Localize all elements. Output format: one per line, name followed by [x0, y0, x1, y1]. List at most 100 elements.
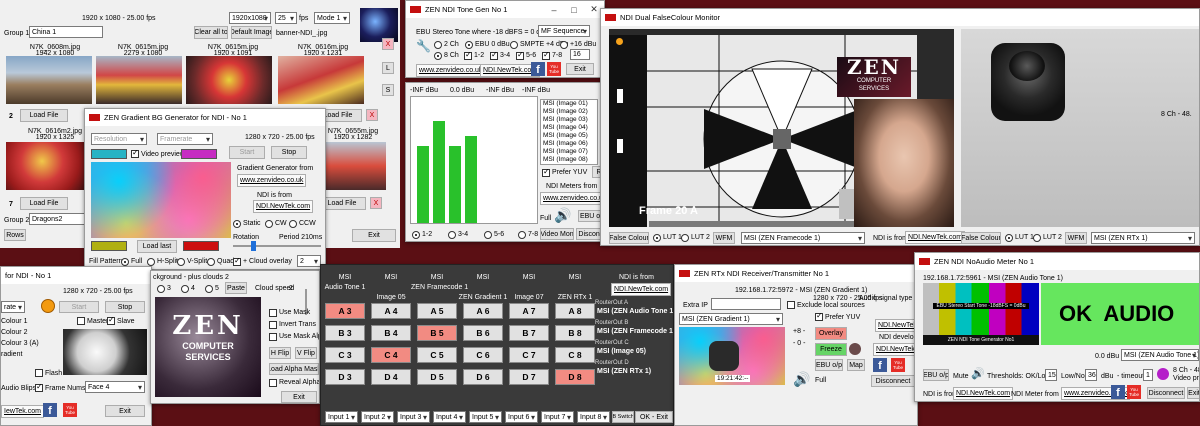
router-input-select[interactable]: Input 6	[505, 411, 538, 423]
cloud-select[interactable]: 2	[297, 255, 321, 267]
source-list-item[interactable]: MSI (Image 01)	[541, 100, 597, 108]
fill-full-radio[interactable]	[121, 258, 129, 266]
opt4-radio[interactable]	[181, 285, 189, 293]
fps-select[interactable]: 25	[275, 12, 297, 24]
load-alpha-button[interactable]: Load Alpha Mask	[269, 363, 319, 375]
radio-8ch[interactable]	[434, 52, 442, 60]
ndi-link-bg[interactable]: IewTek.com	[1, 405, 44, 418]
meter-ch78[interactable]	[518, 231, 526, 239]
source-list-item[interactable]: MSI (Image 05)	[541, 132, 597, 140]
exit-button-tone[interactable]: Exit	[566, 63, 594, 75]
ab-switcher-button[interactable]: A/B Switcher	[612, 411, 634, 423]
router-ndi-link[interactable]: NDI.NewTek.com	[611, 283, 672, 296]
router-crosspoint-button[interactable]: B 8	[555, 325, 595, 341]
source-list[interactable]: MSI (Image 01) MSI (Image 02) MSI (Image 0…	[540, 99, 598, 165]
start-button-gradient[interactable]: Start	[229, 146, 265, 159]
router-crosspoint-button[interactable]: C 8	[555, 347, 595, 363]
fill-quad-radio[interactable]	[207, 258, 215, 266]
youtube-icon[interactable]: You Tube	[547, 62, 561, 76]
rtx-ndi-link-2[interactable]: NDI.NewTek.	[873, 343, 917, 356]
ndi-link-monitor[interactable]: NDI.NewTek.com	[905, 231, 966, 244]
extra-ip-input[interactable]	[711, 298, 781, 310]
face-select[interactable]: Face 4	[85, 381, 145, 393]
router-input-select[interactable]: Input 1	[325, 411, 358, 423]
reveal-alpha-check[interactable]	[269, 379, 277, 387]
false-colour-button[interactable]: False Colour	[609, 232, 649, 244]
cw-radio[interactable]	[265, 220, 273, 228]
router-crosspoint-button[interactable]: B 5	[417, 325, 457, 341]
facebook-icon-bg[interactable]: f	[43, 403, 57, 417]
check-78[interactable]	[542, 50, 550, 60]
minimize-icon[interactable]: –	[544, 1, 564, 18]
use-mask-alpha-check[interactable]	[269, 333, 277, 341]
clear-all-button[interactable]: Clear all to	[194, 26, 228, 39]
noaudio-source-select[interactable]: MSI (ZEN Audio Tone 1)	[1121, 349, 1199, 361]
side-s-button-1[interactable]: S	[382, 84, 394, 96]
youtube-icon-noaudio[interactable]: You Tube	[1127, 385, 1141, 399]
resolution-select[interactable]: 1920x1080	[229, 12, 271, 24]
video-preview-check[interactable]	[131, 148, 139, 158]
rtx-prefer-yuv-check[interactable]	[815, 311, 823, 321]
router-crosspoint-button[interactable]: C 4	[371, 347, 411, 363]
rtx-speaker-icon[interactable]: 🔊	[793, 371, 810, 388]
start-button-bg[interactable]: Start	[59, 301, 99, 313]
source-list-item[interactable]: MSI (Image 06)	[541, 140, 597, 148]
router-crosspoint-button[interactable]: A 5	[417, 303, 457, 319]
router-crosspoint-button[interactable]: D 3	[325, 369, 365, 385]
radio-smpte[interactable]	[510, 41, 518, 49]
rtx-ebu-op-button[interactable]: EBU o/p	[815, 359, 843, 371]
mode-select[interactable]: Mode 1	[314, 12, 350, 24]
facebook-icon-noaudio[interactable]: f	[1111, 385, 1125, 399]
router-crosspoint-button[interactable]: A 7	[509, 303, 549, 319]
router-crosspoint-button[interactable]: B 3	[325, 325, 365, 341]
static-radio[interactable]	[233, 220, 241, 228]
opt3-radio[interactable]	[157, 285, 165, 293]
rtx-disconnect-button[interactable]: Disconnect	[871, 375, 915, 387]
threshold-2-input[interactable]: 36	[1085, 369, 1097, 381]
meter-ch12[interactable]	[412, 231, 420, 239]
side-l-button-1[interactable]: L	[382, 62, 394, 74]
load-last-button[interactable]: Load last	[137, 240, 177, 253]
lut2-radio[interactable]	[681, 234, 689, 242]
lut2-radio-right[interactable]	[1033, 234, 1041, 242]
lut1-radio-right[interactable]	[1005, 234, 1013, 242]
false-colour-button-right[interactable]: False Colour	[961, 232, 1001, 244]
router-crosspoint-button[interactable]: D 6	[463, 369, 503, 385]
use-mask-check[interactable]	[269, 309, 277, 317]
master-check[interactable]	[77, 317, 85, 325]
threshold-1-input[interactable]: 15	[1045, 369, 1057, 381]
rate-select[interactable]: rate	[1, 301, 25, 313]
meter-ch56[interactable]	[484, 231, 492, 239]
noaudio-disconnect[interactable]: Disconnect	[1147, 387, 1185, 399]
ok-exit-button[interactable]: OK - Exit	[635, 411, 673, 423]
fill-vsplit-radio[interactable]	[177, 258, 185, 266]
router-crosspoint-button[interactable]: D 7	[509, 369, 549, 385]
youtube-icon-bg[interactable]: You Tube	[63, 403, 77, 417]
check-56[interactable]	[516, 50, 524, 60]
tone-number-input[interactable]: 16	[570, 49, 590, 60]
right-source-select[interactable]: MSI (ZEN RTx 1)	[1091, 232, 1195, 244]
source-list-item[interactable]: MSI (Image 03)	[541, 116, 597, 124]
router-crosspoint-button[interactable]: D 4	[371, 369, 411, 385]
stop-button-bg[interactable]: Stop	[105, 301, 145, 313]
wfm-button[interactable]: WFM	[713, 232, 735, 244]
hflip-button[interactable]: H Flip	[269, 347, 291, 359]
facebook-icon[interactable]: f	[531, 62, 545, 76]
check-12[interactable]	[464, 50, 472, 60]
router-crosspoint-button[interactable]: B 7	[509, 325, 549, 341]
zenvideo-link-tone[interactable]: www.zenvideo.co.uk	[416, 64, 486, 77]
rotation-slider[interactable]	[233, 245, 321, 247]
router-input-select[interactable]: Input 8	[577, 411, 610, 423]
swatch-red[interactable]	[183, 241, 219, 251]
rotation-slider-thumb[interactable]	[251, 241, 256, 251]
router-input-select[interactable]: Input 3	[397, 411, 430, 423]
mute-speaker-icon[interactable]: 🔊	[971, 367, 985, 380]
ccw-radio[interactable]	[289, 220, 297, 228]
load-file-button-5[interactable]: Load File	[20, 197, 68, 210]
swatch-cyan[interactable]	[91, 149, 127, 159]
router-crosspoint-button[interactable]: C 3	[325, 347, 365, 363]
group1-input[interactable]: China 1	[29, 26, 103, 38]
left-source-select[interactable]: MSI (ZEN Framecode 1)	[741, 232, 865, 244]
side-x-button-1[interactable]: X	[382, 38, 394, 50]
maximize-icon[interactable]: □	[564, 1, 584, 18]
